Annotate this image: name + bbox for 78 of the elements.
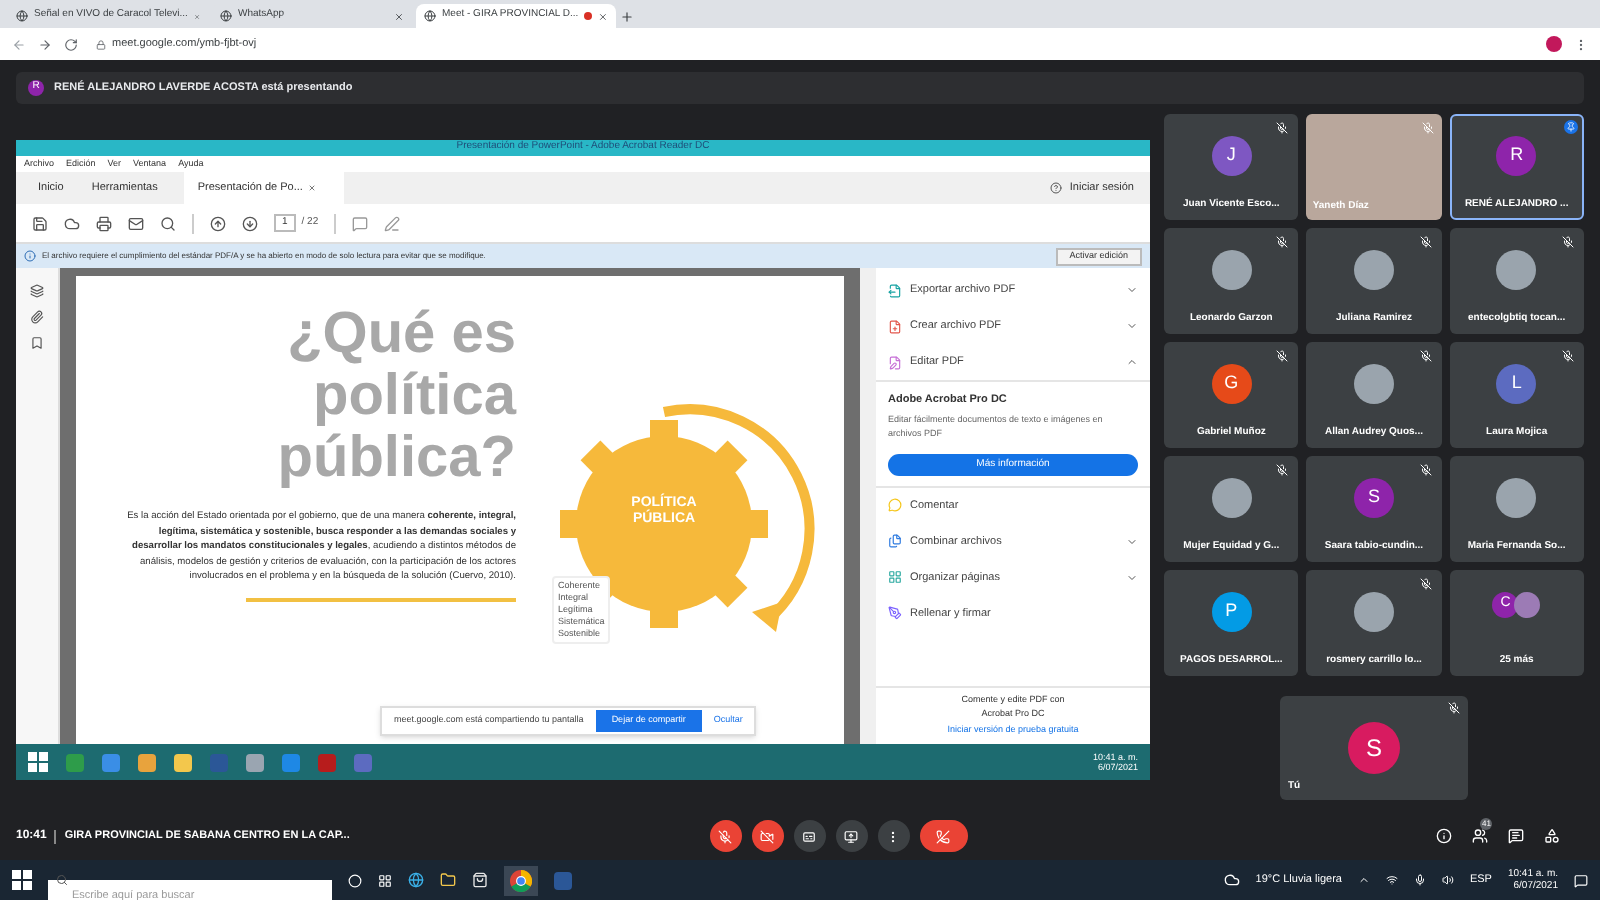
close-icon[interactable] — [598, 11, 608, 21]
reload-icon[interactable] — [64, 37, 78, 51]
lock-icon — [96, 39, 106, 49]
notifications-icon[interactable] — [1574, 873, 1588, 887]
site-icon — [220, 10, 232, 22]
wifi-icon[interactable] — [1385, 874, 1398, 886]
chrome-logo-icon[interactable] — [510, 869, 532, 891]
profile-avatar[interactable] — [1546, 36, 1562, 52]
avatar-photo — [1353, 364, 1394, 404]
attachment-icon[interactable] — [30, 310, 44, 324]
next-page-icon[interactable] — [242, 215, 258, 231]
captions-icon — [802, 829, 816, 843]
windows-logo-icon[interactable] — [12, 870, 32, 890]
avatar-photo — [1514, 592, 1541, 618]
camera-button[interactable] — [751, 820, 783, 852]
camera-off-icon — [760, 829, 774, 843]
task-view-icon[interactable] — [378, 873, 392, 887]
activities-icon[interactable] — [1544, 828, 1560, 844]
search-icon — [56, 874, 68, 886]
avatar-photo — [1496, 250, 1537, 290]
pages-icon[interactable] — [30, 284, 44, 298]
chevron-down-icon — [1126, 535, 1138, 548]
hang-up-icon — [936, 829, 950, 843]
avatar-photo — [1211, 250, 1252, 290]
weather-icon — [1223, 872, 1240, 888]
cortana-icon[interactable] — [348, 873, 362, 887]
help-icon[interactable] — [1049, 182, 1062, 194]
previous-page-icon[interactable] — [210, 215, 226, 231]
store-icon[interactable] — [472, 872, 488, 888]
print-icon[interactable] — [96, 215, 112, 231]
browser-icon[interactable] — [408, 872, 424, 888]
search-icon[interactable] — [160, 215, 176, 231]
chevron-down-icon — [1126, 320, 1138, 332]
tool-icon — [888, 498, 902, 513]
more-icon — [886, 829, 900, 843]
site-icon — [424, 10, 436, 22]
forward-icon[interactable] — [38, 37, 52, 51]
folder-icon[interactable] — [440, 872, 456, 888]
windows-logo-icon[interactable] — [28, 752, 48, 772]
avatar-photo — [1353, 592, 1394, 632]
leave-call-button[interactable] — [919, 820, 967, 852]
chevron-down-icon — [1126, 284, 1138, 296]
chat-icon[interactable] — [1508, 828, 1524, 844]
present-button[interactable] — [835, 820, 867, 852]
menu-icon[interactable] — [1574, 37, 1588, 51]
avatar-photo — [1353, 250, 1394, 290]
file-icon — [888, 283, 902, 297]
info-icon — [24, 250, 36, 262]
cloud-icon[interactable] — [64, 215, 80, 231]
tool-icon — [888, 534, 902, 549]
slide-title: ¿Qué es política pública? — [277, 304, 516, 490]
avatar-photo — [1496, 478, 1537, 518]
chevron-down-icon — [1126, 571, 1138, 584]
pen-icon[interactable] — [384, 215, 401, 231]
captions-button[interactable] — [793, 820, 825, 852]
people-icon[interactable] — [1472, 828, 1488, 844]
chevron-up-icon — [1126, 356, 1138, 368]
comment-icon[interactable] — [352, 215, 369, 231]
file-icon — [888, 355, 902, 369]
pin-icon — [1564, 120, 1578, 134]
microphone-icon — [1413, 874, 1426, 886]
volume-icon[interactable] — [1441, 874, 1454, 886]
save-icon[interactable] — [32, 215, 48, 231]
tool-icon — [888, 570, 902, 585]
scroll-bar[interactable] — [860, 268, 876, 744]
info-icon[interactable] — [1436, 828, 1452, 844]
back-icon[interactable] — [12, 37, 26, 51]
avatar-photo — [1211, 478, 1252, 518]
microphone-button[interactable] — [709, 820, 741, 852]
microphone-off-icon — [718, 829, 732, 843]
mail-icon[interactable] — [128, 215, 144, 231]
tool-icon — [888, 606, 902, 621]
tray-expand-icon[interactable] — [1357, 874, 1370, 886]
file-icon — [888, 319, 902, 333]
site-icon — [16, 10, 28, 22]
bookmark-icon[interactable] — [30, 336, 44, 350]
new-tab-icon[interactable] — [620, 10, 634, 24]
present-icon — [844, 829, 858, 843]
